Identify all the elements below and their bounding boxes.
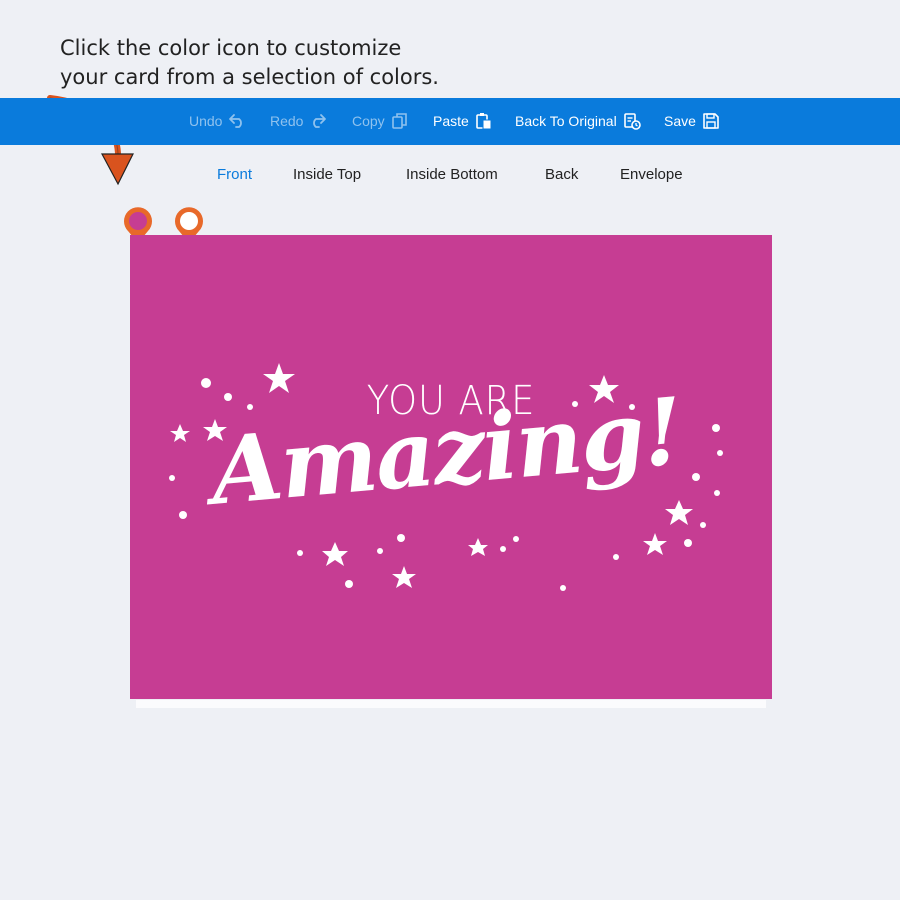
paste-button[interactable]: Paste	[433, 109, 493, 133]
copy-icon	[391, 113, 407, 129]
undo-label: Undo	[189, 113, 223, 129]
save-label: Save	[664, 113, 696, 129]
tab-envelope[interactable]: Envelope	[620, 166, 683, 183]
dot	[714, 490, 720, 496]
star	[392, 566, 416, 588]
tab-back[interactable]: Back	[545, 166, 578, 183]
back-to-original-button[interactable]: Back To Original	[515, 109, 641, 133]
card-shadow	[136, 700, 766, 708]
star	[643, 533, 667, 555]
save-icon	[703, 113, 719, 129]
dot	[500, 546, 506, 552]
card-front-canvas[interactable]: YOU ARE Amazing!	[130, 235, 772, 699]
undo-icon	[229, 114, 243, 128]
dot	[297, 550, 303, 556]
undo-button[interactable]: Undo	[189, 109, 246, 133]
dot	[397, 534, 405, 542]
dot	[345, 580, 353, 588]
card-side-tabs: Front Inside Top Inside Bottom Back Enve…	[0, 166, 900, 186]
tab-inside-top[interactable]: Inside Top	[293, 166, 361, 183]
redo-icon	[313, 114, 327, 128]
star	[665, 500, 693, 525]
star	[468, 538, 488, 556]
instruction-line-1: Click the color icon to customize	[60, 36, 402, 60]
copy-label: Copy	[352, 113, 385, 129]
back-to-original-label: Back To Original	[515, 113, 617, 129]
dot	[684, 539, 692, 547]
dot	[700, 522, 706, 528]
paste-label: Paste	[433, 113, 469, 129]
tab-front[interactable]: Front	[217, 166, 252, 183]
instruction-text: Click the color icon to customize your c…	[60, 34, 439, 92]
star	[322, 542, 348, 566]
history-icon	[623, 113, 641, 130]
save-button[interactable]: Save	[664, 109, 720, 133]
editor-toolbar: Undo Redo Copy Paste Back To Original Sa…	[0, 98, 900, 145]
redo-button[interactable]: Redo	[270, 109, 327, 133]
tab-inside-bottom[interactable]: Inside Bottom	[406, 166, 498, 183]
dot	[613, 554, 619, 560]
copy-button[interactable]: Copy	[352, 109, 409, 133]
paste-icon	[476, 113, 492, 130]
dot	[377, 548, 383, 554]
dot	[560, 585, 566, 591]
redo-label: Redo	[270, 113, 304, 129]
dot	[513, 536, 519, 542]
instruction-line-2: your card from a selection of colors.	[60, 65, 439, 89]
